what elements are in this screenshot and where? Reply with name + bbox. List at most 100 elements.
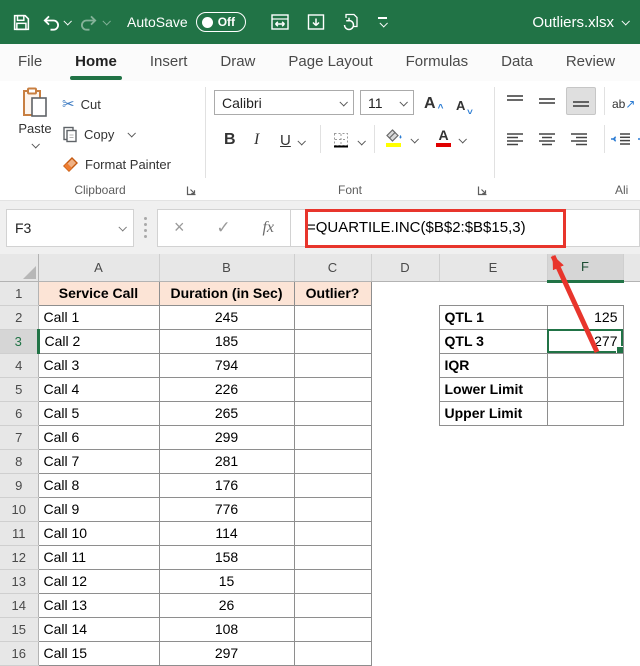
cell-E3[interactable]: QTL 3 (438, 328, 548, 354)
cell-C2[interactable] (293, 304, 372, 330)
cell-D8[interactable] (371, 449, 439, 473)
column-header-A[interactable]: A (38, 254, 160, 282)
underline-dropdown-icon[interactable] (297, 137, 306, 146)
column-header-E[interactable]: E (439, 254, 548, 282)
cell-B11[interactable]: 114 (158, 520, 295, 546)
cell-B6[interactable]: 265 (158, 400, 295, 426)
font-color-button[interactable]: A (436, 125, 467, 147)
cell-B4[interactable]: 794 (158, 352, 295, 378)
row-header-10[interactable]: 10 (0, 497, 39, 522)
increase-indent-button[interactable] (634, 127, 640, 151)
cell-F5[interactable] (546, 376, 624, 402)
cell-A10[interactable]: Call 9 (37, 496, 160, 522)
cell-C9[interactable] (293, 472, 372, 498)
copy-dropdown-icon[interactable] (127, 129, 137, 138)
redo-dropdown-icon[interactable] (102, 17, 111, 26)
align-center-button[interactable] (534, 127, 560, 151)
refresh-all-icon[interactable] (342, 12, 362, 32)
cell-E2[interactable]: QTL 1 (438, 304, 548, 330)
cell-B3[interactable]: 185 (158, 328, 295, 354)
column-header-C[interactable]: C (294, 254, 372, 282)
cell-D9[interactable] (371, 473, 439, 497)
cell-B13[interactable]: 15 (158, 568, 295, 594)
cell-B9[interactable]: 176 (158, 472, 295, 498)
underline-button[interactable]: U (280, 127, 306, 149)
redo-button[interactable] (80, 13, 111, 32)
cell-D1[interactable] (371, 281, 439, 305)
cell-A5[interactable]: Call 4 (37, 376, 160, 402)
paste-button[interactable]: Paste (10, 87, 60, 151)
row-header-14[interactable]: 14 (0, 593, 39, 618)
cell-A12[interactable]: Call 11 (37, 544, 160, 570)
row-header-11[interactable]: 11 (0, 521, 39, 546)
tab-data[interactable]: Data (501, 44, 533, 81)
cell-F8[interactable] (547, 449, 623, 473)
align-bottom-button[interactable] (566, 87, 596, 115)
cell-A9[interactable]: Call 8 (37, 472, 160, 498)
tab-review[interactable]: Review (566, 44, 615, 81)
cell-D12[interactable] (371, 545, 439, 569)
cell-E1[interactable] (439, 281, 547, 305)
cell-C15[interactable] (293, 616, 372, 642)
cell-D7[interactable] (371, 425, 439, 449)
cell-F1[interactable] (547, 281, 623, 305)
cell-F10[interactable] (547, 497, 623, 521)
cell-B10[interactable]: 776 (158, 496, 295, 522)
cell-B5[interactable]: 226 (158, 376, 295, 402)
cell-E9[interactable] (439, 473, 547, 497)
fill-down-icon[interactable] (306, 12, 326, 32)
cell-B15[interactable]: 108 (158, 616, 295, 642)
fill-color-dropdown-icon[interactable] (410, 135, 419, 144)
tab-page-layout[interactable]: Page Layout (288, 44, 372, 81)
cell-E14[interactable] (439, 593, 547, 617)
cell-C3[interactable] (293, 328, 372, 354)
cell-C1[interactable]: Outlier? (293, 280, 372, 306)
cell-A15[interactable]: Call 14 (37, 616, 160, 642)
row-header-13[interactable]: 13 (0, 569, 39, 594)
cell-A4[interactable]: Call 3 (37, 352, 160, 378)
cell-E10[interactable] (439, 497, 547, 521)
cell-E4[interactable]: IQR (438, 352, 548, 378)
row-header-16[interactable]: 16 (0, 641, 39, 666)
cell-C6[interactable] (293, 400, 372, 426)
cell-C4[interactable] (293, 352, 372, 378)
cell-D16[interactable] (371, 641, 439, 665)
row-header-6[interactable]: 6 (0, 401, 39, 426)
cell-D2[interactable] (371, 305, 439, 329)
shrink-font-button[interactable]: A ^ (456, 91, 473, 115)
cell-F14[interactable] (547, 593, 623, 617)
row-header-15[interactable]: 15 (0, 617, 39, 642)
row-header-7[interactable]: 7 (0, 425, 39, 450)
cell-B1[interactable]: Duration (in Sec) (158, 280, 295, 306)
tab-formulas[interactable]: Formulas (406, 44, 469, 81)
align-right-button[interactable] (566, 127, 592, 151)
cell-F7[interactable] (547, 425, 623, 449)
cell-E13[interactable] (439, 569, 547, 593)
cell-E12[interactable] (439, 545, 547, 569)
cell-E16[interactable] (439, 641, 547, 665)
align-middle-button[interactable] (534, 89, 560, 113)
formula-bar-handle[interactable] (144, 217, 147, 238)
cell-F11[interactable] (547, 521, 623, 545)
row-header-3[interactable]: 3 (0, 329, 40, 354)
tab-draw[interactable]: Draw (220, 44, 255, 81)
cell-E6[interactable]: Upper Limit (438, 400, 548, 426)
row-header-12[interactable]: 12 (0, 545, 39, 570)
document-title[interactable]: Outliers.xlsx (532, 14, 630, 31)
cell-B7[interactable]: 299 (158, 424, 295, 450)
cell-C13[interactable] (293, 568, 372, 594)
cell-E7[interactable] (439, 425, 547, 449)
italic-button[interactable]: I (254, 127, 259, 149)
cell-B8[interactable]: 281 (158, 448, 295, 474)
font-size-combo[interactable]: 11 (360, 90, 414, 115)
column-header-B[interactable]: B (159, 254, 295, 282)
cell-E15[interactable] (439, 617, 547, 641)
enter-icon[interactable]: ✓ (216, 218, 230, 238)
borders-button[interactable] (332, 127, 366, 149)
insert-function-icon[interactable]: fx (262, 219, 274, 237)
decrease-indent-button[interactable] (608, 127, 634, 151)
cell-F16[interactable] (547, 641, 623, 665)
cell-C11[interactable] (293, 520, 372, 546)
clipboard-dialog-launcher-icon[interactable] (186, 185, 197, 196)
row-header-9[interactable]: 9 (0, 473, 39, 498)
